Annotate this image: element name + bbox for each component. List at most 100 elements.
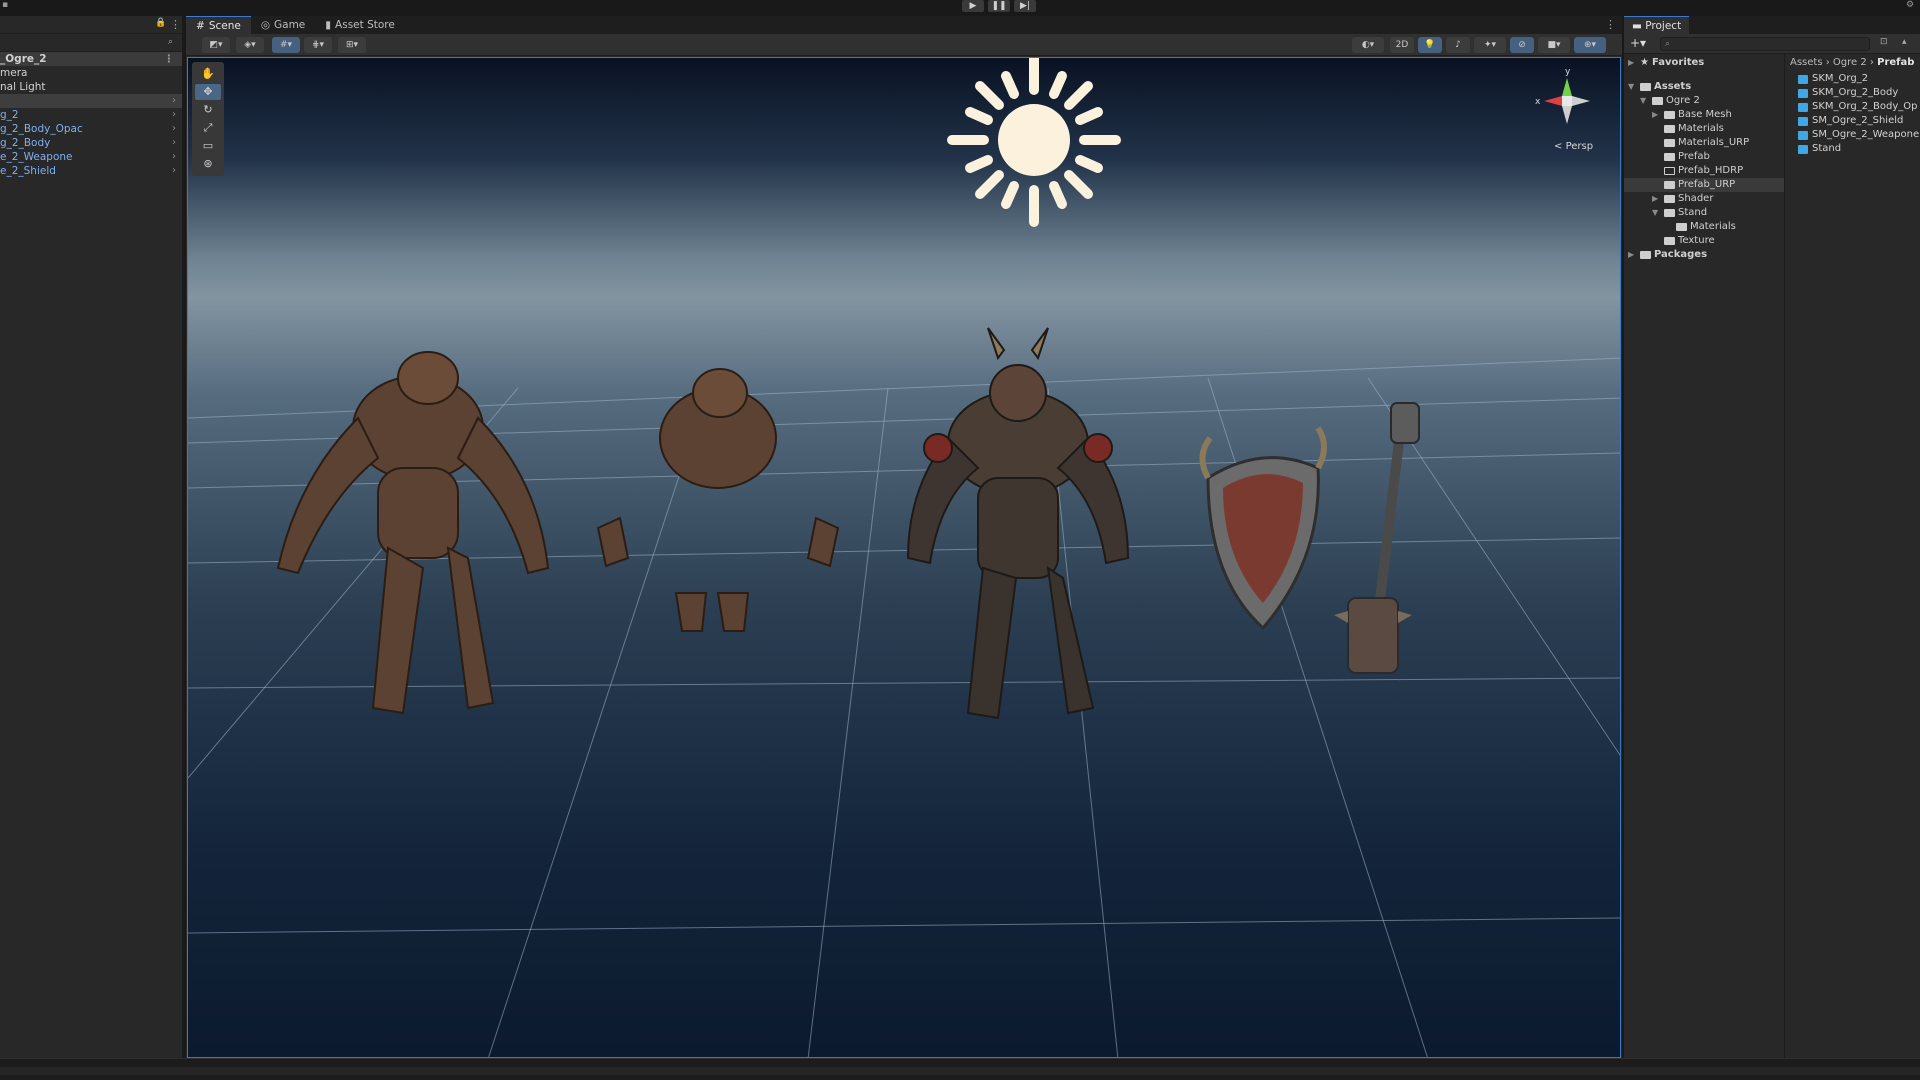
asset-item[interactable]: SM_Ogre_2_Weapone: [1786, 128, 1920, 142]
chevron-down-icon[interactable]: ▼: [1640, 94, 1646, 108]
directional-light-icon[interactable]: [947, 58, 1121, 227]
settings-icon[interactable]: ⚙: [1906, 0, 1916, 10]
hierarchy-item-camera[interactable]: mera: [0, 66, 182, 80]
scale-tool-icon[interactable]: ⤢: [195, 120, 221, 136]
mode-2d-toggle[interactable]: 2D: [1390, 37, 1414, 53]
play-button[interactable]: ▶: [962, 0, 984, 12]
tab-asset-store[interactable]: ▮ Asset Store: [315, 16, 405, 34]
chevron-down-icon[interactable]: ▼: [1628, 80, 1634, 94]
step-button[interactable]: ▶|: [1014, 0, 1036, 12]
tab-project[interactable]: ▬ Project: [1624, 16, 1690, 34]
shield-model[interactable]: [1199, 426, 1327, 631]
more-menu-icon[interactable]: ⋮: [1605, 18, 1616, 31]
hierarchy-item-selected[interactable]: ›: [0, 94, 182, 108]
tab-game[interactable]: ◎ Game: [251, 16, 315, 34]
move-tool-icon[interactable]: ✥: [195, 84, 221, 100]
transform-tool-icon[interactable]: ⊛: [195, 156, 221, 172]
tree-item-prefab-urp[interactable]: Prefab_URP: [1624, 178, 1784, 192]
breadcrumb-item[interactable]: Ogre 2: [1833, 57, 1867, 68]
tree-item-shader[interactable]: ▶ Shader: [1624, 192, 1784, 206]
chevron-right-icon[interactable]: ▶: [1628, 248, 1634, 262]
hierarchy-item-label: e_2_Weapone: [0, 151, 73, 163]
chevron-right-icon[interactable]: ›: [172, 108, 176, 122]
breadcrumb: Assets › Ogre 2 › Prefab: [1786, 54, 1920, 72]
hand-tool-icon[interactable]: ✋: [195, 66, 221, 82]
tree-item-prefab[interactable]: Prefab: [1624, 150, 1784, 164]
project-tabbar: ▬ Project: [1624, 16, 1920, 34]
gizmos-dropdown[interactable]: ⊕▾: [1574, 37, 1606, 53]
asset-label: SM_Ogre_2_Shield: [1812, 115, 1904, 126]
tree-item-assets[interactable]: ▼ Assets: [1624, 80, 1784, 94]
chevron-right-icon[interactable]: ›: [172, 136, 176, 150]
asset-item[interactable]: Stand: [1786, 142, 1920, 156]
tree-item-materials-urp[interactable]: Materials_URP: [1624, 136, 1784, 150]
asset-item[interactable]: SKM_Org_2_Body_Op: [1786, 100, 1920, 114]
tab-scene[interactable]: # Scene: [186, 16, 251, 34]
hierarchy-item-label: g_2_Body: [0, 137, 51, 149]
chevron-right-icon[interactable]: ›: [172, 122, 176, 136]
draw-mode-dropdown[interactable]: ◩▾: [202, 37, 230, 53]
ogre-torso-model[interactable]: [596, 368, 840, 632]
tree-item-prefab-hdrp[interactable]: Prefab_HDRP: [1624, 164, 1784, 178]
tree-item-stand[interactable]: ▼ Stand: [1624, 206, 1784, 220]
hierarchy-item-prefab[interactable]: g_2_Body ›: [0, 136, 182, 150]
scene-view-mode-dropdown[interactable]: ◐▾: [1352, 37, 1384, 53]
mace-model[interactable]: [1334, 402, 1420, 674]
shading-dropdown[interactable]: ◈▾: [236, 37, 264, 53]
chevron-down-icon[interactable]: ▼: [1652, 206, 1658, 220]
chevron-right-icon[interactable]: ▶: [1652, 108, 1658, 122]
account-icon[interactable]: ▪: [2, 0, 12, 10]
hierarchy-item-prefab[interactable]: g_2_Body_Opac ›: [0, 122, 182, 136]
lock-icon[interactable]: 🔒: [155, 18, 166, 28]
project-panel: ▬ Project +▾ ⌕ ⊡ ▴ ▶ ★ Favorites ▼ Asset…: [1624, 16, 1920, 1058]
audio-toggle[interactable]: ♪: [1446, 37, 1470, 53]
tree-item-packages[interactable]: ▶ Packages: [1624, 248, 1784, 262]
tree-item-favorites[interactable]: ▶ ★ Favorites: [1624, 56, 1784, 70]
grid-snap-toggle[interactable]: #▾: [272, 37, 300, 53]
filter-icon[interactable]: ⊡: [1880, 37, 1888, 47]
hierarchy-search[interactable]: ⌕: [0, 34, 182, 52]
camera-dropdown[interactable]: ■▾: [1538, 37, 1570, 53]
hierarchy-item-prefab[interactable]: g_2 ›: [0, 108, 182, 122]
asset-item[interactable]: SKM_Org_2: [1786, 72, 1920, 86]
tree-item-materials[interactable]: Materials: [1624, 122, 1784, 136]
search-icon[interactable]: ⌕: [168, 37, 173, 47]
chevron-right-icon[interactable]: ›: [172, 150, 176, 164]
asset-item[interactable]: SKM_Org_2_Body: [1786, 86, 1920, 100]
tree-item-base-mesh[interactable]: ▶ Base Mesh: [1624, 108, 1784, 122]
orientation-gizmo[interactable]: y x: [1532, 66, 1602, 136]
hierarchy-item-prefab[interactable]: e_2_Weapone ›: [0, 150, 182, 164]
tree-item-label: Materials: [1690, 221, 1736, 232]
chevron-right-icon[interactable]: ›: [172, 164, 176, 178]
effects-dropdown[interactable]: ✦▾: [1474, 37, 1506, 53]
breadcrumb-item-current[interactable]: Prefab: [1877, 57, 1914, 68]
rect-tool-icon[interactable]: ▭: [195, 138, 221, 154]
breadcrumb-item[interactable]: Assets: [1790, 57, 1823, 68]
ogre-body-model[interactable]: [276, 351, 550, 715]
align-dropdown[interactable]: ⊞▾: [338, 37, 366, 53]
more-menu-icon[interactable]: ⋮: [170, 18, 181, 31]
lock-icon[interactable]: ▴: [1902, 37, 1907, 47]
folder-icon: [1664, 111, 1675, 119]
rotate-tool-icon[interactable]: ↻: [195, 102, 221, 118]
add-asset-button[interactable]: +▾: [1630, 36, 1646, 50]
hierarchy-item-prefab[interactable]: e_2_Shield ›: [0, 164, 182, 178]
lighting-toggle[interactable]: 💡: [1418, 37, 1442, 53]
hidden-objects-toggle[interactable]: ⊘: [1510, 37, 1534, 53]
tree-item-ogre2[interactable]: ▼ Ogre 2: [1624, 94, 1784, 108]
scene-viewport[interactable]: ✋ ✥ ↻ ⤢ ▭ ⊛ y x < Persp: [187, 57, 1621, 1058]
scene-menu-icon[interactable]: ⋮: [164, 52, 175, 66]
hierarchy-item-light[interactable]: nal Light: [0, 80, 182, 94]
hierarchy-item-label: mera: [0, 67, 28, 79]
pause-button[interactable]: ❚❚: [988, 0, 1010, 12]
chevron-right-icon[interactable]: ▶: [1628, 56, 1634, 70]
chevron-right-icon[interactable]: ▶: [1652, 192, 1658, 206]
projection-toggle[interactable]: < Persp: [1554, 141, 1593, 152]
snap-increment-dropdown[interactable]: ⋕▾: [304, 37, 332, 53]
tree-item-stand-materials[interactable]: Materials: [1624, 220, 1784, 234]
scene-root[interactable]: _Ogre_2 ⋮: [0, 52, 182, 66]
chevron-right-icon[interactable]: ›: [172, 94, 176, 108]
project-search-input[interactable]: ⌕: [1660, 37, 1870, 51]
tree-item-texture[interactable]: Texture: [1624, 234, 1784, 248]
asset-item[interactable]: SM_Ogre_2_Shield: [1786, 114, 1920, 128]
